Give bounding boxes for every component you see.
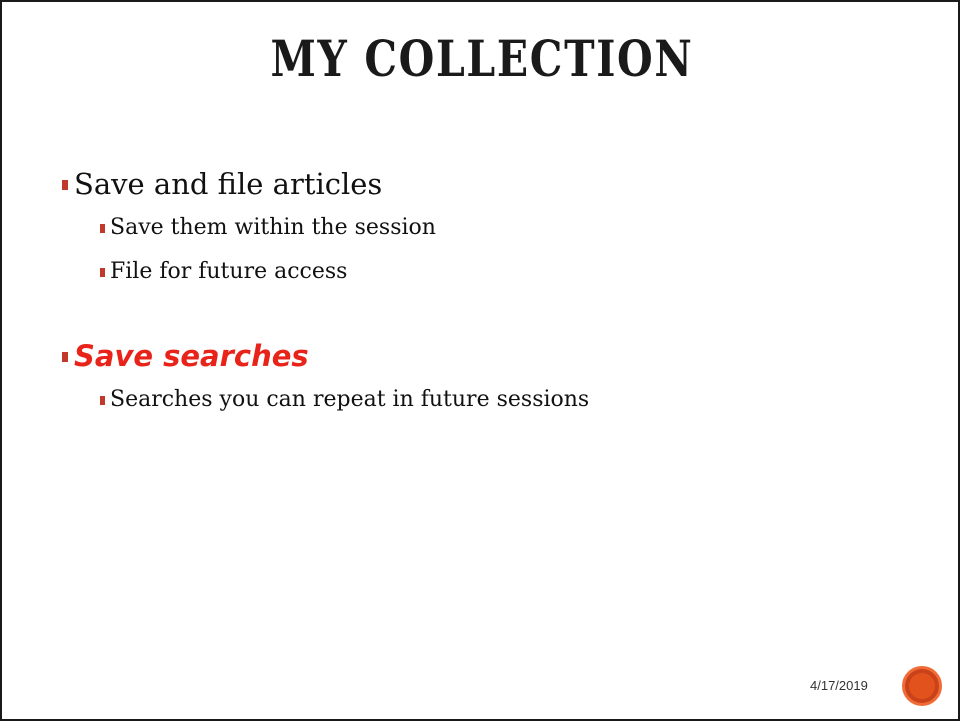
bullet-text: Save and file articles bbox=[74, 167, 383, 201]
sub-bullet-item: Save them within the session bbox=[62, 206, 922, 250]
circle-logo-icon bbox=[902, 666, 942, 706]
bullet-text-emphasized: Save searches bbox=[74, 339, 309, 373]
slide: MY COLLECTION Save and file articles Sav… bbox=[0, 0, 960, 721]
sub-bullet-item: File for future access bbox=[62, 250, 922, 294]
bullet-marker-icon bbox=[100, 224, 105, 233]
bullet-marker-icon bbox=[62, 352, 68, 362]
sub-bullet-text: Searches you can repeat in future sessio… bbox=[110, 387, 590, 412]
bullet-marker-icon bbox=[62, 180, 68, 190]
sub-bullet-text: File for future access bbox=[110, 259, 348, 284]
sub-bullet-item: Searches you can repeat in future sessio… bbox=[62, 378, 922, 422]
bullet-list: Save and file articles Save them within … bbox=[62, 162, 922, 422]
bullet-item-emphasized: Save searches bbox=[62, 334, 922, 378]
bullet-marker-icon bbox=[100, 396, 105, 405]
bullet-marker-icon bbox=[100, 268, 105, 277]
bullet-item: Save and file articles bbox=[62, 162, 922, 206]
bullet-spacer bbox=[62, 294, 922, 334]
slide-title: MY COLLECTION bbox=[270, 29, 694, 88]
sub-bullet-text: Save them within the session bbox=[110, 215, 436, 240]
footer-date: 4/17/2019 bbox=[810, 678, 868, 693]
